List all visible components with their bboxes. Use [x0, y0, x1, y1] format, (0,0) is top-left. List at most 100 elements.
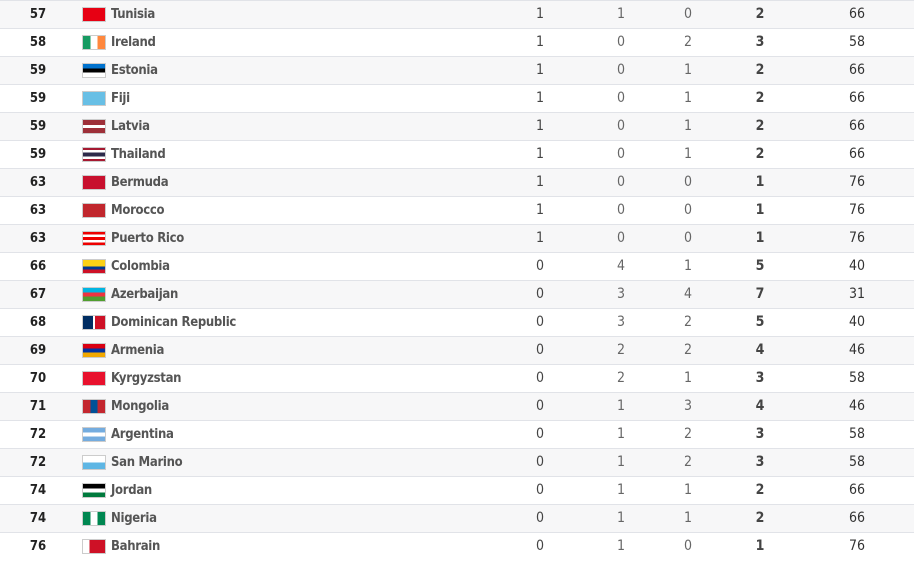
country-name[interactable]: Tunisia — [111, 1, 155, 28]
country-flag-icon — [82, 427, 106, 442]
rank: 74 — [29, 511, 47, 526]
table-row[interactable]: 69 Armenia 0 2 2 4 46 — [0, 336, 914, 364]
rank-by-total: 76 — [848, 202, 866, 218]
table-row[interactable]: 63 Puerto Rico 1 0 0 1 76 — [0, 224, 914, 252]
bronze-count: 0 — [683, 6, 692, 22]
country-flag-icon — [82, 175, 106, 190]
gold-count: 1 — [535, 202, 544, 218]
country-name[interactable]: Nigeria — [111, 505, 157, 532]
table-row[interactable]: 72 San Marino 0 1 2 3 58 — [0, 448, 914, 476]
total-count: 5 — [755, 258, 765, 274]
rank: 57 — [29, 7, 47, 22]
gold-count: 0 — [535, 314, 544, 330]
table-row[interactable]: 59 Thailand 1 0 1 2 66 — [0, 140, 914, 168]
total-count: 3 — [755, 370, 765, 386]
total-count: 2 — [755, 482, 765, 498]
bronze-count: 1 — [683, 258, 692, 274]
gold-count: 1 — [535, 6, 544, 22]
table-row[interactable]: 74 Jordan 0 1 1 2 66 — [0, 476, 914, 504]
country-name[interactable]: Latvia — [111, 113, 150, 140]
rank-by-total: 66 — [848, 118, 866, 134]
bronze-count: 0 — [683, 230, 692, 246]
table-row[interactable]: 59 Latvia 1 0 1 2 66 — [0, 112, 914, 140]
country-name[interactable]: Armenia — [111, 337, 164, 364]
rank-by-total: 76 — [848, 538, 866, 554]
total-count: 2 — [755, 90, 765, 106]
table-row[interactable]: 63 Bermuda 1 0 0 1 76 — [0, 168, 914, 196]
country-name[interactable]: Jordan — [111, 477, 152, 504]
table-row[interactable]: 59 Fiji 1 0 1 2 66 — [0, 84, 914, 112]
total-count: 2 — [755, 118, 765, 134]
rank: 67 — [29, 287, 47, 302]
rank: 72 — [29, 427, 47, 442]
gold-count: 0 — [535, 286, 544, 302]
country-name[interactable]: Ireland — [111, 29, 156, 56]
total-count: 4 — [755, 342, 765, 358]
table-row[interactable]: 63 Morocco 1 0 0 1 76 — [0, 196, 914, 224]
country-flag-icon — [82, 483, 106, 498]
table-row[interactable]: 70 Kyrgyzstan 0 2 1 3 58 — [0, 364, 914, 392]
table-row[interactable]: 67 Azerbaijan 0 3 4 7 31 — [0, 280, 914, 308]
country-name[interactable]: Bahrain — [111, 533, 160, 560]
table-row[interactable]: 71 Mongolia 0 1 3 4 46 — [0, 392, 914, 420]
rank-by-total: 76 — [848, 174, 866, 190]
table-row[interactable]: 66 Colombia 0 4 1 5 40 — [0, 252, 914, 280]
gold-count: 1 — [535, 62, 544, 78]
country-name[interactable]: Bermuda — [111, 169, 169, 196]
total-count: 5 — [755, 314, 765, 330]
table-row[interactable]: 68 Dominican Republic 0 3 2 5 40 — [0, 308, 914, 336]
gold-count: 0 — [535, 538, 544, 554]
rank: 66 — [29, 259, 47, 274]
silver-count: 0 — [616, 146, 625, 162]
country-name[interactable]: Argentina — [111, 421, 174, 448]
rank: 59 — [29, 91, 47, 106]
silver-count: 0 — [616, 174, 625, 190]
rank-by-total: 31 — [848, 286, 866, 302]
country-name[interactable]: San Marino — [111, 449, 183, 476]
table-row[interactable]: 57 Tunisia 1 1 0 2 66 — [0, 0, 914, 28]
country-name[interactable]: Azerbaijan — [111, 281, 178, 308]
bronze-count: 0 — [683, 174, 692, 190]
silver-count: 1 — [616, 6, 625, 22]
table-row[interactable]: 74 Nigeria 0 1 1 2 66 — [0, 504, 914, 532]
rank-by-total: 58 — [848, 454, 866, 470]
bronze-count: 1 — [683, 62, 692, 78]
country-name[interactable]: Thailand — [111, 141, 166, 168]
country-name[interactable]: Morocco — [111, 197, 165, 224]
rank: 58 — [29, 35, 47, 50]
country-flag-icon — [82, 119, 106, 134]
silver-count: 1 — [616, 538, 625, 554]
gold-count: 0 — [535, 398, 544, 414]
country-flag-icon — [82, 63, 106, 78]
country-name[interactable]: Mongolia — [111, 393, 169, 420]
silver-count: 0 — [616, 90, 625, 106]
total-count: 4 — [755, 398, 765, 414]
bronze-count: 3 — [683, 398, 692, 414]
bronze-count: 1 — [683, 510, 692, 526]
rank-by-total: 58 — [848, 426, 866, 442]
table-row[interactable]: 76 Bahrain 0 1 0 1 76 — [0, 532, 914, 560]
rank-by-total: 76 — [848, 230, 866, 246]
bronze-count: 2 — [683, 426, 692, 442]
country-name[interactable]: Estonia — [111, 57, 158, 84]
country-name[interactable]: Puerto Rico — [111, 225, 184, 252]
country-name[interactable]: Fiji — [111, 85, 130, 112]
gold-count: 1 — [535, 118, 544, 134]
country-name[interactable]: Kyrgyzstan — [111, 365, 182, 392]
rank: 68 — [29, 315, 47, 330]
country-flag-icon — [82, 259, 106, 274]
country-flag-icon — [82, 287, 106, 302]
bronze-count: 2 — [683, 454, 692, 470]
country-name[interactable]: Colombia — [111, 253, 170, 280]
silver-count: 1 — [616, 426, 625, 442]
silver-count: 0 — [616, 202, 625, 218]
rank-by-total: 66 — [848, 510, 866, 526]
table-row[interactable]: 72 Argentina 0 1 2 3 58 — [0, 420, 914, 448]
gold-count: 0 — [535, 510, 544, 526]
rank: 59 — [29, 147, 47, 162]
country-flag-icon — [82, 7, 106, 22]
table-row[interactable]: 58 Ireland 1 0 2 3 58 — [0, 28, 914, 56]
country-name[interactable]: Dominican Republic — [111, 309, 236, 336]
silver-count: 2 — [616, 370, 625, 386]
table-row[interactable]: 59 Estonia 1 0 1 2 66 — [0, 56, 914, 84]
